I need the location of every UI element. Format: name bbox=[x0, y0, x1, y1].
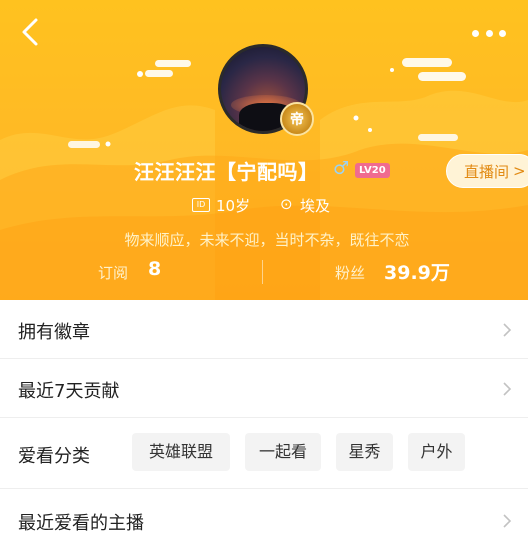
profile-header: 帝 汪汪汪汪【宁配吗】 ♂ LV20 直播间 > ID 10岁 ⊙ 埃及 物来顺… bbox=[0, 0, 528, 300]
chevron-left-icon bbox=[22, 18, 38, 46]
signature-text: 物来顺应，未来不迎，当时不杂，既往不恋 bbox=[124, 231, 410, 249]
list-item-recent-streamers[interactable]: 最近爱看的主播 bbox=[0, 489, 528, 547]
back-button[interactable] bbox=[16, 16, 48, 48]
more-dot bbox=[485, 29, 493, 37]
list-item-categories: 爱看分类 英雄联盟 一起看 星秀 户外 bbox=[0, 418, 528, 489]
category-tag[interactable]: 星秀 bbox=[336, 433, 393, 471]
avatar-container[interactable]: 帝 bbox=[218, 44, 314, 140]
recent-streamers-title: 最近爱看的主播 bbox=[18, 513, 144, 534]
more-dot bbox=[499, 29, 506, 37]
stats-divider bbox=[262, 260, 263, 284]
username: 汪汪汪汪【宁配吗】 bbox=[134, 160, 319, 184]
chevron-right-icon bbox=[503, 514, 512, 528]
level-badge: LV20 bbox=[355, 163, 390, 178]
id-card-icon: ID bbox=[192, 198, 210, 212]
live-room-button[interactable]: 直播间 > bbox=[446, 154, 528, 188]
more-dot bbox=[472, 29, 479, 37]
chevron-right-icon: > bbox=[513, 162, 526, 180]
location-pin-icon: ⊙ bbox=[280, 195, 293, 213]
age-text: 10岁 bbox=[216, 197, 251, 215]
more-button[interactable] bbox=[472, 26, 506, 40]
subscribe-label[interactable]: 订阅 bbox=[98, 262, 128, 283]
category-tag[interactable]: 英雄联盟 bbox=[132, 433, 230, 471]
male-icon: ♂ bbox=[333, 158, 350, 179]
location-text: 埃及 bbox=[300, 197, 331, 215]
chevron-right-icon bbox=[503, 323, 512, 337]
fans-label[interactable]: 粉丝 bbox=[335, 262, 365, 283]
live-room-label: 直播间 bbox=[464, 162, 510, 181]
emperor-badge-icon: 帝 bbox=[280, 102, 314, 136]
stats-bar: 订阅 8 粉丝 39.9万 bbox=[0, 256, 528, 286]
badges-title: 拥有徽章 bbox=[18, 322, 90, 343]
categories-title: 爱看分类 bbox=[18, 446, 90, 467]
chevron-right-icon bbox=[503, 382, 512, 396]
category-tag[interactable]: 户外 bbox=[408, 433, 465, 471]
subscribe-count[interactable]: 8 bbox=[148, 258, 161, 280]
category-tag[interactable]: 一起看 bbox=[245, 433, 321, 471]
contribution-title: 最近7天贡献 bbox=[18, 381, 120, 402]
list-item-badges[interactable]: 拥有徽章 bbox=[0, 300, 528, 359]
profile-detail-list: 拥有徽章 最近7天贡献 爱看分类 英雄联盟 一起看 星秀 户外 最近爱看的主播 bbox=[0, 300, 528, 547]
info-row: ID 10岁 ⊙ 埃及 bbox=[0, 194, 528, 218]
fans-count[interactable]: 39.9万 bbox=[384, 258, 450, 285]
list-item-contribution[interactable]: 最近7天贡献 bbox=[0, 359, 528, 418]
